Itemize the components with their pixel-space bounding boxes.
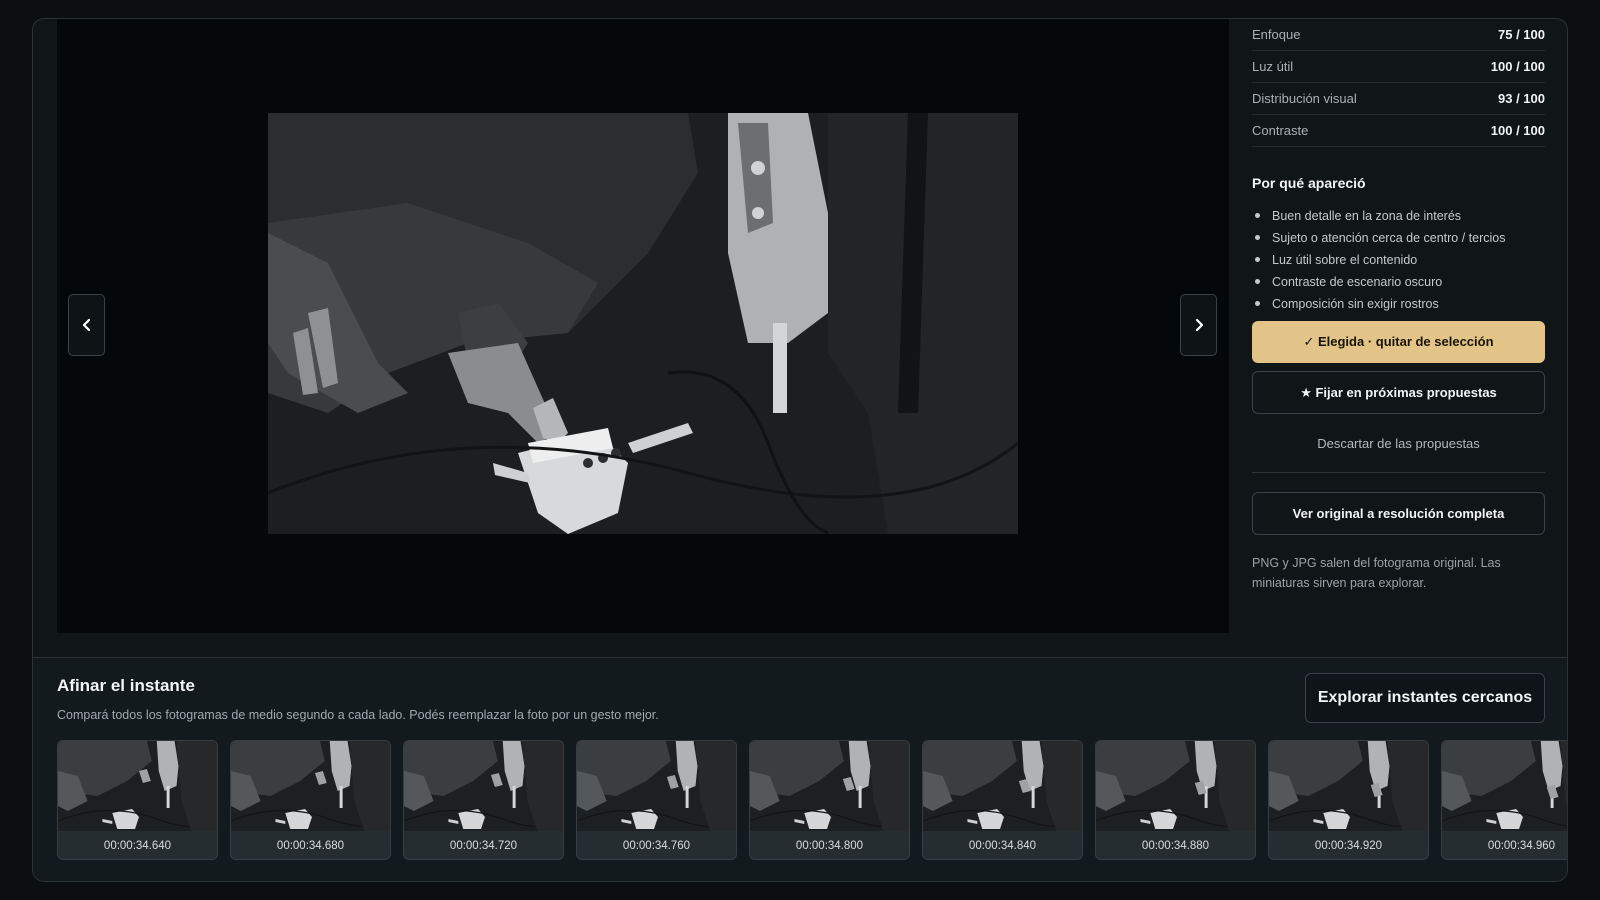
frame-thumbnail[interactable]: 00:00:34.960: [1441, 740, 1567, 860]
metric-row: Enfoque 75 / 100: [1252, 19, 1545, 51]
next-photo-button[interactable]: [1180, 294, 1217, 356]
frame-timestamp: 00:00:34.720: [449, 839, 518, 852]
frame-thumbnail-image: [577, 741, 736, 831]
refine-title: Afinar el instante: [57, 676, 195, 695]
photo-viewer: [57, 19, 1229, 633]
reason-item: Sujeto o atención cerca de centro / terc…: [1252, 229, 1545, 251]
export-note: PNG y JPG salen del fotograma original. …: [1252, 556, 1501, 590]
frame-thumbnail-image: [404, 741, 563, 831]
frame-thumbnail-image: [231, 741, 390, 831]
reason-item: Contraste de escenario oscuro: [1252, 273, 1545, 295]
frame-thumbnail[interactable]: 00:00:34.840: [922, 740, 1083, 860]
frame-timestamp: 00:00:34.760: [622, 839, 691, 852]
reason-item: Buen detalle en la zona de interés: [1252, 207, 1545, 229]
deselect-button[interactable]: ✓ Elegida · quitar de selección: [1252, 321, 1545, 363]
metric-label: Enfoque: [1252, 27, 1301, 42]
main-photo: [268, 113, 1018, 534]
refine-section: Afinar el instante Compará todos los fot…: [33, 657, 1567, 881]
frame-thumbnail-image: [1269, 741, 1428, 831]
frame-timestamp: 00:00:34.800: [795, 839, 864, 852]
frame-thumbnail[interactable]: 00:00:34.640: [57, 740, 218, 860]
frame-thumbnail-image: [1096, 741, 1255, 831]
frame-thumbnail[interactable]: 00:00:34.680: [230, 740, 391, 860]
metric-row: Distribución visual 93 / 100: [1252, 83, 1545, 115]
frame-thumbnail[interactable]: 00:00:34.880: [1095, 740, 1256, 860]
frame-strip[interactable]: 00:00:34.640 00:00:34.680 00:00:34.720 0…: [57, 740, 1567, 862]
chevron-right-icon: [1195, 318, 1203, 332]
metric-label: Luz útil: [1252, 59, 1294, 74]
frame-thumbnail-image: [923, 741, 1082, 831]
frame-thumbnail[interactable]: 00:00:34.800: [749, 740, 910, 860]
frame-timestamp: 00:00:34.960: [1487, 839, 1556, 852]
details-panel: Enfoque 75 / 100 Luz útil 100 / 100 Dist…: [1252, 19, 1545, 639]
chevron-left-icon: [82, 318, 90, 332]
frame-thumbnail[interactable]: 00:00:34.760: [576, 740, 737, 860]
divider: [1252, 472, 1545, 473]
frame-timestamp: 00:00:34.920: [1314, 839, 1383, 852]
frame-thumbnail-image: [58, 741, 217, 831]
metric-label: Distribución visual: [1252, 91, 1357, 106]
frame-timestamp: 00:00:34.640: [103, 839, 172, 852]
explore-nearby-button[interactable]: Explorar instantes cercanos: [1305, 673, 1545, 723]
frame-timestamp: 00:00:34.680: [276, 839, 345, 852]
main-photo-image: [268, 113, 1018, 534]
refine-description: Compará todos los fotogramas de medio se…: [57, 708, 659, 722]
why-appeared-heading: Por qué apareció: [1252, 175, 1366, 191]
discard-button[interactable]: Descartar de las propuestas: [1252, 422, 1545, 464]
frame-thumbnail[interactable]: 00:00:34.920: [1268, 740, 1429, 860]
frame-thumbnail-image: [1442, 741, 1567, 831]
view-original-button[interactable]: Ver original a resolución completa: [1252, 492, 1545, 535]
frame-timestamp: 00:00:34.840: [968, 839, 1037, 852]
app-frame: Enfoque 75 / 100 Luz útil 100 / 100 Dist…: [32, 18, 1568, 882]
metric-value: 75 / 100: [1498, 27, 1545, 42]
metric-value: 100 / 100: [1490, 59, 1545, 74]
frame-timestamp: 00:00:34.880: [1141, 839, 1210, 852]
previous-photo-button[interactable]: [68, 294, 105, 356]
metric-row: Contraste 100 / 100: [1252, 115, 1545, 147]
frame-thumbnail[interactable]: 00:00:34.720: [403, 740, 564, 860]
metric-row: Luz útil 100 / 100: [1252, 51, 1545, 83]
frame-thumbnail-image: [750, 741, 909, 831]
reason-item: Luz útil sobre el contenido: [1252, 251, 1545, 273]
metric-value: 93 / 100: [1498, 91, 1545, 106]
metric-label: Contraste: [1252, 123, 1309, 138]
metric-value: 100 / 100: [1490, 123, 1545, 138]
reason-item: Composición sin exigir rostros: [1252, 295, 1545, 317]
reasons-list: Buen detalle en la zona de interés Sujet…: [1252, 207, 1545, 317]
pin-button[interactable]: ★ Fijar en próximas propuestas: [1252, 371, 1545, 414]
